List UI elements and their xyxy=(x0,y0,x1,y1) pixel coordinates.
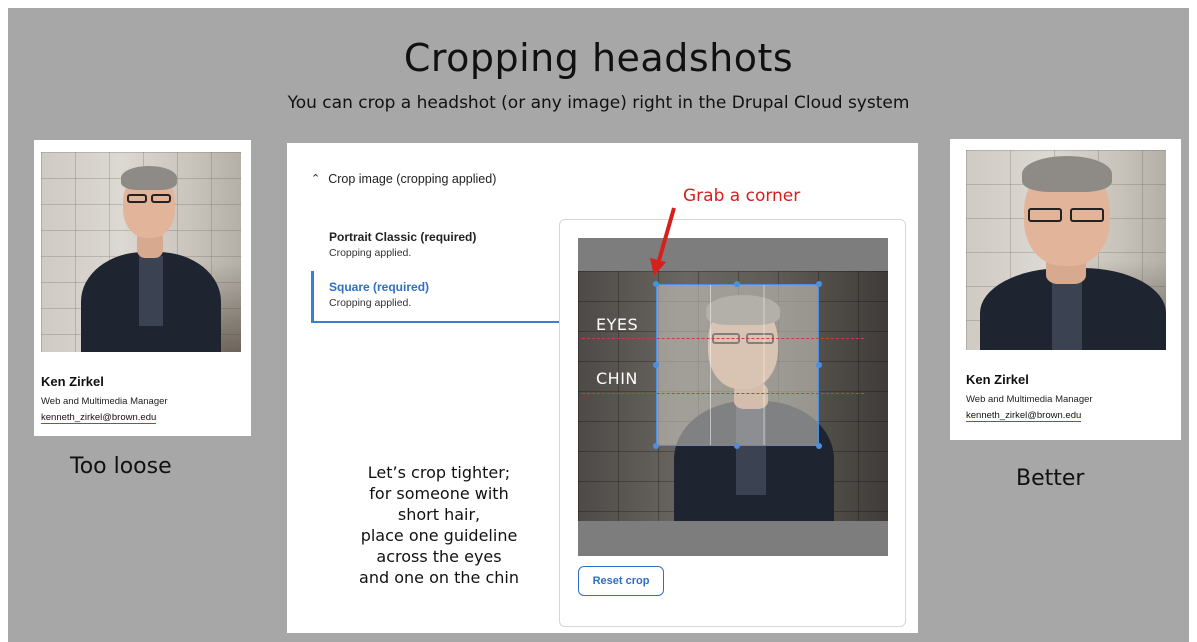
instruction-line: Let’s crop tighter; xyxy=(367,463,511,482)
eyes-guideline xyxy=(582,338,864,339)
slide-subtitle: You can crop a headshot (or any image) r… xyxy=(287,93,910,113)
crop-image-header: Crop image (cropping applied) xyxy=(328,172,497,186)
crop-option-status: Cropping applied. xyxy=(329,247,412,259)
headshot-loose-image xyxy=(41,152,241,352)
crop-handle-right[interactable] xyxy=(816,362,822,368)
person-name: Ken Zirkel xyxy=(41,374,104,389)
crop-image-toggle[interactable]: ⌃ Crop image (cropping applied) xyxy=(311,172,496,186)
instructions-text: Let’s crop tighter; for someone with sho… xyxy=(319,462,559,588)
instruction-line: across the eyes xyxy=(376,547,502,566)
crop-source-image: EYES CHIN xyxy=(578,271,888,521)
crop-handle-top-right[interactable] xyxy=(816,281,822,287)
red-arrow-icon xyxy=(650,207,676,276)
crop-option-portrait-classic[interactable]: Portrait Classic (required) Cropping app… xyxy=(329,230,476,259)
person-name: Ken Zirkel xyxy=(966,372,1029,387)
crop-handle-bottom-left[interactable] xyxy=(653,443,659,449)
person-email-link[interactable]: kenneth_zirkel@brown.edu xyxy=(966,410,1082,422)
crop-option-status: Cropping applied. xyxy=(329,297,412,309)
person-role: Web and Multimedia Manager xyxy=(41,396,168,407)
crop-handle-bottom[interactable] xyxy=(734,443,740,449)
caption-too-loose: Too loose xyxy=(70,454,172,479)
crop-option-square[interactable]: Square (required) Cropping applied. xyxy=(311,271,561,323)
person-email-link[interactable]: kenneth_zirkel@brown.edu xyxy=(41,412,157,424)
reset-crop-button[interactable]: Reset crop xyxy=(578,566,664,596)
person-role: Web and Multimedia Manager xyxy=(966,394,1093,405)
crop-option-title: Portrait Classic (required) xyxy=(329,230,477,244)
profile-card-too-loose: Ken Zirkel Web and Multimedia Manager ke… xyxy=(34,140,251,436)
crop-option-title: Square (required) xyxy=(329,280,430,294)
eyes-label: EYES xyxy=(596,315,639,334)
instruction-line: and one on the chin xyxy=(359,568,519,587)
chin-label: CHIN xyxy=(596,369,638,388)
slide-title: Cropping headshots xyxy=(403,36,794,80)
crop-editor: EYES CHIN Reset crop xyxy=(559,219,906,627)
headshot-cropped-image xyxy=(966,150,1166,350)
instruction-line: place one guideline xyxy=(360,526,518,545)
crop-handle-left[interactable] xyxy=(653,362,659,368)
profile-card-better: Ken Zirkel Web and Multimedia Manager ke… xyxy=(950,139,1181,440)
crop-handle-top[interactable] xyxy=(734,281,740,287)
crop-handle-bottom-right[interactable] xyxy=(816,443,822,449)
chin-guideline xyxy=(582,393,864,394)
instruction-line: short hair, xyxy=(397,505,481,524)
instruction-line: for someone with xyxy=(369,484,509,503)
crop-stage: EYES CHIN xyxy=(578,238,888,556)
chevron-up-icon: ⌃ xyxy=(311,172,321,185)
caption-better: Better xyxy=(1016,466,1085,491)
grab-corner-annotation: Grab a corner xyxy=(683,186,801,206)
crop-handle-top-left[interactable] xyxy=(653,281,659,287)
crop-selection-box[interactable] xyxy=(653,281,822,449)
